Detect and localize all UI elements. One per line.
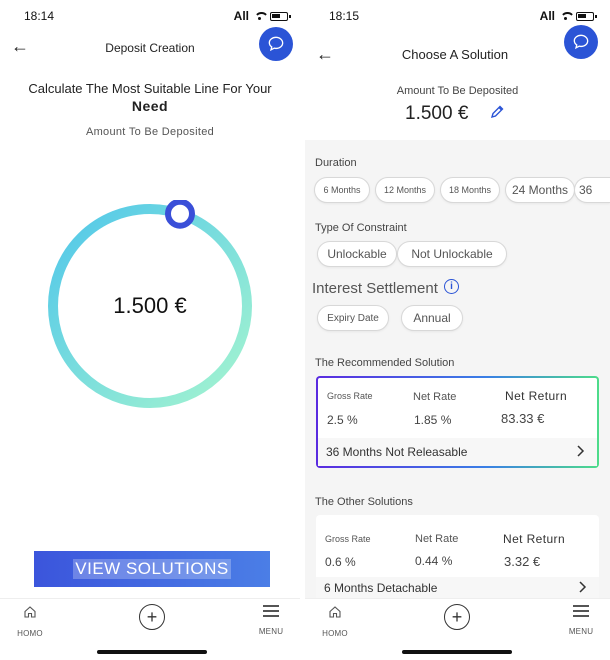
dial-amount-value: 1.500 € xyxy=(113,293,187,318)
chevron-right-icon xyxy=(577,445,585,457)
nav-home-label: HOMO xyxy=(17,629,43,638)
chat-button[interactable] xyxy=(259,27,293,61)
net-rate-value: 1.85 % xyxy=(414,413,452,427)
recommended-solution-title: 36 Months Not Releasable xyxy=(326,445,468,459)
constraint-chip-unlockable[interactable]: Unlockable xyxy=(317,241,397,267)
other-solution-title: 6 Months Detachable xyxy=(324,581,438,595)
status-time: 18:15 xyxy=(329,9,360,23)
home-icon xyxy=(24,606,36,618)
calc-title: Calculate The Most Suitable Line For You… xyxy=(28,81,272,96)
view-solutions-label: VIEW SOLUTIONS xyxy=(73,559,231,579)
back-arrow-icon[interactable]: ← xyxy=(315,44,335,64)
nav-home-label: HOMO xyxy=(322,629,348,638)
amount-label: Amount To Be Deposited xyxy=(396,85,519,97)
net-return-value: 83.33 € xyxy=(501,411,545,426)
nav-menu[interactable]: MENU xyxy=(256,605,286,639)
plus-icon: + xyxy=(451,606,463,627)
nav-home[interactable]: HOMO xyxy=(14,605,46,641)
page-title: Choose A Solution xyxy=(401,47,509,62)
hamburger-menu-icon xyxy=(573,605,589,617)
gross-rate-value: 2.5 % xyxy=(327,413,358,427)
deposit-creation-screen: 18:14 All ← Deposit Creation Calculate T… xyxy=(0,0,300,660)
status-indicators: All xyxy=(233,9,291,23)
duration-chip-36[interactable]: 36 xyxy=(574,177,610,203)
other-solution-footer[interactable]: 6 Months Detachable xyxy=(316,577,599,599)
chat-button[interactable] xyxy=(564,25,598,59)
wifi-icon xyxy=(559,11,575,21)
net-return-value: 3.32 € xyxy=(504,554,541,569)
recommended-solution-footer[interactable]: 36 Months Not Releasable xyxy=(318,438,597,466)
gross-rate-label: Gross Rate xyxy=(325,534,371,544)
choose-solution-screen: 18:15 All ← Choose A Solution Amount To … xyxy=(305,0,610,660)
settlement-chip-expiry[interactable]: Expiry Date xyxy=(317,305,389,331)
status-bar: 18:14 All xyxy=(0,8,300,26)
amount-label: Amount To Be Deposited xyxy=(85,126,215,138)
gross-rate-value: 0.6 % xyxy=(325,555,356,569)
chevron-right-icon xyxy=(579,581,587,593)
nav-menu-label: MENU xyxy=(568,627,594,636)
view-solutions-button[interactable]: VIEW SOLUTIONS xyxy=(34,551,270,587)
home-indicator xyxy=(97,650,207,654)
net-rate-label: Net Rate xyxy=(413,391,457,403)
battery-icon xyxy=(270,11,291,21)
constraint-chip-not-unlockable[interactable]: Not Unlockable xyxy=(397,241,507,267)
duration-chip-24[interactable]: 24 Months xyxy=(505,177,575,203)
constraint-label: Type Of Constraint xyxy=(315,222,407,234)
carrier-label: All xyxy=(539,9,555,23)
dial-handle[interactable] xyxy=(165,200,195,229)
other-solution-card[interactable]: Gross Rate Net Rate Net Return 0.6 % 0.4… xyxy=(316,515,599,599)
duration-chip-18[interactable]: 18 Months xyxy=(440,177,500,203)
nav-home[interactable]: HOMO xyxy=(319,605,351,641)
chat-bubble-icon xyxy=(573,34,589,50)
carrier-label: All xyxy=(233,9,249,23)
nav-menu[interactable]: MENU xyxy=(566,605,596,639)
net-rate-value: 0.44 % xyxy=(415,554,453,568)
net-rate-label: Net Rate xyxy=(415,533,459,545)
settlement-label: Interest Settlement xyxy=(312,280,438,297)
add-button[interactable]: + xyxy=(444,604,470,630)
info-icon[interactable]: i xyxy=(444,279,459,294)
amount-value: 1.500 € xyxy=(405,103,469,124)
page-title: Deposit Creation xyxy=(105,41,195,55)
bottom-nav: HOMO + MENU xyxy=(0,598,300,660)
other-section-label: The Other Solutions xyxy=(315,496,413,508)
home-indicator xyxy=(402,650,512,654)
edit-pencil-icon[interactable] xyxy=(489,104,505,120)
bottom-nav: HOMO + MENU xyxy=(305,598,610,660)
home-icon xyxy=(329,606,341,618)
plus-icon: + xyxy=(146,606,158,627)
add-button[interactable]: + xyxy=(139,604,165,630)
status-indicators: All xyxy=(539,9,597,23)
recommended-solution-card[interactable]: Gross Rate Net Rate Net Return 2.5 % 1.8… xyxy=(316,376,599,468)
settlement-chip-annual[interactable]: Annual xyxy=(401,305,463,331)
recommended-section-label: The Recommended Solution xyxy=(315,357,455,369)
battery-icon xyxy=(576,11,597,21)
duration-chip-12[interactable]: 12 Months xyxy=(375,177,435,203)
back-arrow-icon[interactable]: ← xyxy=(10,36,30,56)
net-return-label: Net Return xyxy=(503,532,566,546)
duration-label: Duration xyxy=(315,157,357,169)
wifi-icon xyxy=(253,11,269,21)
gross-rate-label: Gross Rate xyxy=(327,391,373,401)
calc-title-need: Need xyxy=(131,98,169,114)
status-time: 18:14 xyxy=(24,9,55,23)
chat-bubble-icon xyxy=(268,36,284,52)
duration-chip-6[interactable]: 6 Months xyxy=(314,177,370,203)
net-return-label: Net Return xyxy=(505,389,568,403)
nav-menu-label: MENU xyxy=(258,627,284,636)
hamburger-menu-icon xyxy=(263,605,279,617)
status-bar: 18:15 All xyxy=(305,8,610,26)
